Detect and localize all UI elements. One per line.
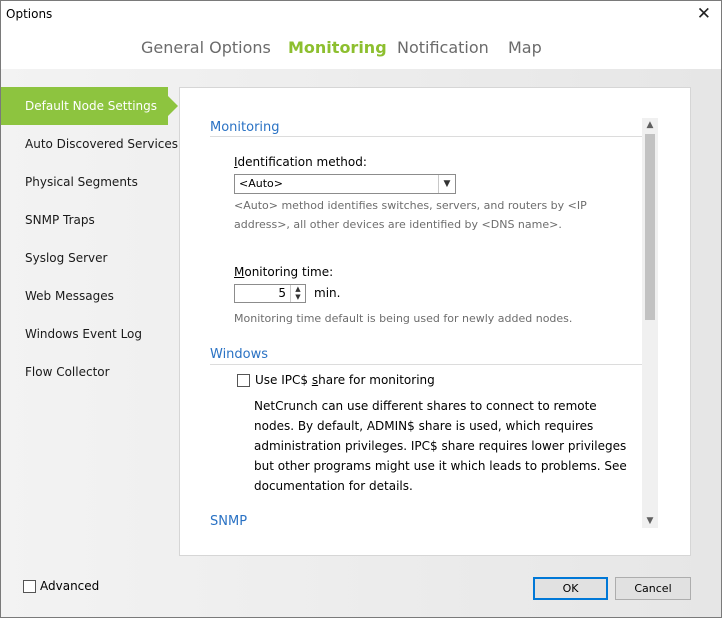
- ipc-share-checkbox[interactable]: [237, 374, 250, 387]
- monitoring-time-value: 5: [278, 286, 286, 300]
- snmp-section-title: SNMP: [210, 514, 248, 529]
- ipc-share-label-rest: hare for monitoring: [318, 373, 435, 387]
- content-area: Default Node Settings Auto Discovered Se…: [1, 69, 721, 617]
- tab-monitoring[interactable]: Monitoring: [288, 38, 387, 57]
- monitoring-time-label-accelerator: M: [234, 265, 245, 279]
- ipc-share-label-prefix: Use IPC$: [255, 373, 312, 387]
- sidebar-item-physical-segments[interactable]: Physical Segments: [1, 163, 181, 201]
- settings-panel: Monitoring Identification method: <Auto>…: [179, 87, 691, 556]
- monitoring-section-title: Monitoring: [210, 120, 280, 135]
- monitoring-time-hint: Monitoring time default is being used fo…: [234, 312, 573, 325]
- advanced-label[interactable]: Advanced: [40, 579, 99, 593]
- sidebar-item-web-messages[interactable]: Web Messages: [1, 277, 181, 315]
- windows-section-title: Windows: [210, 347, 269, 362]
- identification-method-value: <Auto>: [239, 177, 283, 190]
- windows-section-divider: [210, 364, 642, 365]
- scrollbar-thumb[interactable]: [645, 134, 655, 320]
- identification-method-select[interactable]: <Auto> ▼: [234, 174, 456, 194]
- monitoring-time-label: Monitoring time:: [234, 265, 333, 279]
- sidebar-item-windows-event-log[interactable]: Windows Event Log: [1, 315, 181, 353]
- monitoring-section-divider: [210, 136, 642, 137]
- chevron-down-icon[interactable]: ▼: [438, 175, 455, 193]
- ipc-share-description: NetCrunch can use different shares to co…: [254, 399, 627, 493]
- sidebar-item-auto-discovered-services[interactable]: Auto Discovered Services: [1, 125, 181, 163]
- monitoring-time-unit: min.: [314, 286, 341, 300]
- top-tabs: General Options Monitoring Notification …: [1, 29, 721, 69]
- tab-map[interactable]: Map: [508, 38, 542, 57]
- sidebar-item-flow-collector[interactable]: Flow Collector: [1, 353, 181, 391]
- monitoring-time-label-text: onitoring time:: [244, 265, 334, 279]
- close-icon[interactable]: ✕: [697, 4, 711, 24]
- tab-general-options[interactable]: General Options: [141, 38, 271, 57]
- window-title: Options: [6, 7, 53, 21]
- identification-method-label: Identification method:: [234, 155, 367, 169]
- sidebar-item-default-node-settings[interactable]: Default Node Settings: [1, 87, 178, 125]
- chevron-down-icon[interactable]: ▼: [642, 514, 658, 528]
- identification-method-label-text: dentification method:: [237, 155, 367, 169]
- chevron-up-icon[interactable]: ▲: [642, 118, 658, 132]
- advanced-checkbox[interactable]: [23, 580, 36, 593]
- cancel-button[interactable]: Cancel: [615, 577, 691, 600]
- options-dialog: Options ✕ General Options Monitoring Not…: [0, 0, 722, 618]
- monitoring-time-stepper[interactable]: 5 ▲ ▼: [234, 284, 306, 303]
- identification-hint: <Auto> method identifies switches, serve…: [234, 196, 587, 234]
- caret-up-icon[interactable]: ▲: [291, 285, 305, 293]
- panel-scrollbar[interactable]: ▲ ▼: [642, 118, 658, 528]
- caret-down-icon[interactable]: ▼: [291, 293, 305, 301]
- identification-hint-line-2: address>, all other devices are identifi…: [234, 218, 562, 231]
- tab-notification[interactable]: Notification: [397, 38, 489, 57]
- sidebar-item-syslog-server[interactable]: Syslog Server: [1, 239, 181, 277]
- sidebar-item-snmp-traps[interactable]: SNMP Traps: [1, 201, 181, 239]
- identification-hint-line-1: <Auto> method identifies switches, serve…: [234, 199, 587, 212]
- sidebar: Default Node Settings Auto Discovered Se…: [1, 87, 181, 391]
- title-bar: Options ✕: [1, 1, 721, 29]
- spin-buttons: ▲ ▼: [290, 285, 305, 302]
- ipc-share-label[interactable]: Use IPC$ share for monitoring: [255, 373, 435, 387]
- ok-button[interactable]: OK: [533, 577, 608, 600]
